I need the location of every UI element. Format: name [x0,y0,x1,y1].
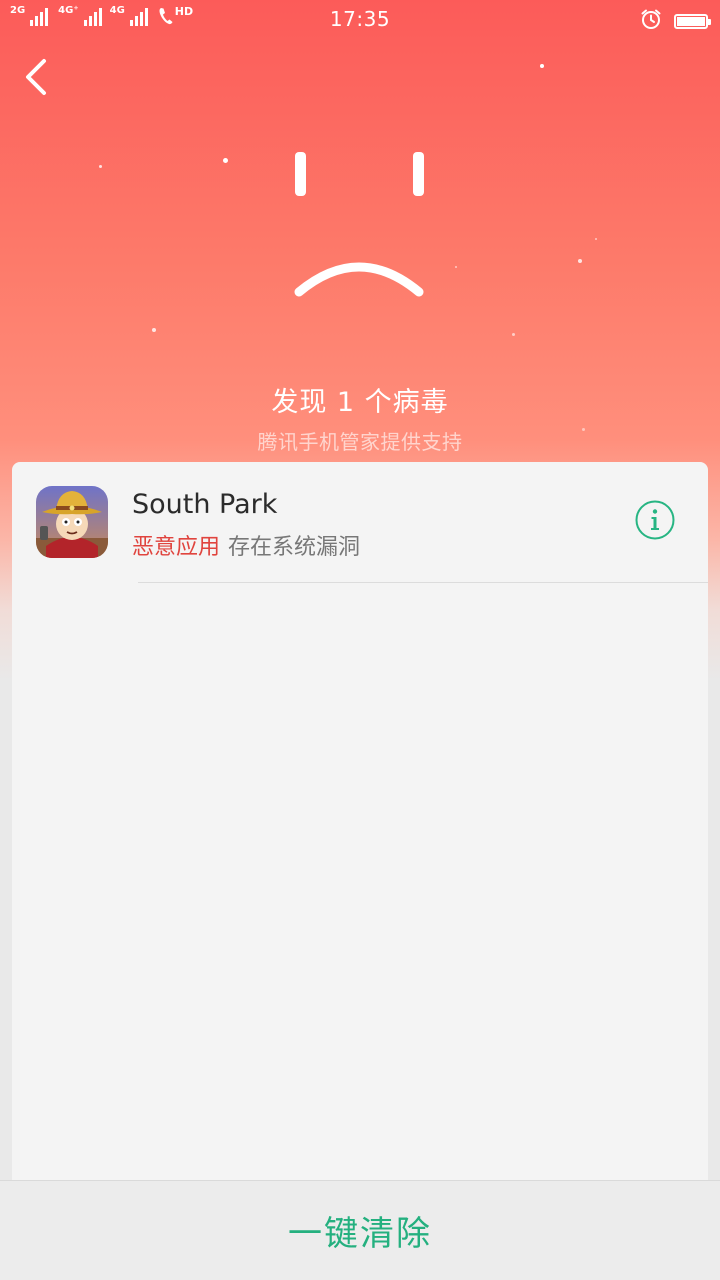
threat-description: 恶意应用 存在系统漏洞 [132,529,360,561]
bottom-action-bar: 一键清除 [0,1180,720,1280]
list-divider [138,582,708,583]
one-click-clear-button[interactable]: 一键清除 [0,1181,720,1280]
threat-list-card: South Park 恶意应用 存在系统漏洞 [12,462,708,1180]
threat-list-item[interactable]: South Park 恶意应用 存在系统漏洞 [12,462,708,582]
info-icon [635,500,675,540]
result-title: 发现 1 个病毒 [271,387,449,418]
star-decoration [152,328,156,332]
sad-face-icon [294,152,424,297]
threat-tag: 恶意应用 [132,535,221,560]
info-button[interactable] [635,500,675,540]
powered-by-text: 腾讯手机管家提供支持 [257,430,463,454]
south-park-app-icon [36,486,108,558]
threat-reason: 存在系统漏洞 [228,535,361,560]
app-name: South Park [132,489,278,520]
star-decoration [512,333,515,336]
